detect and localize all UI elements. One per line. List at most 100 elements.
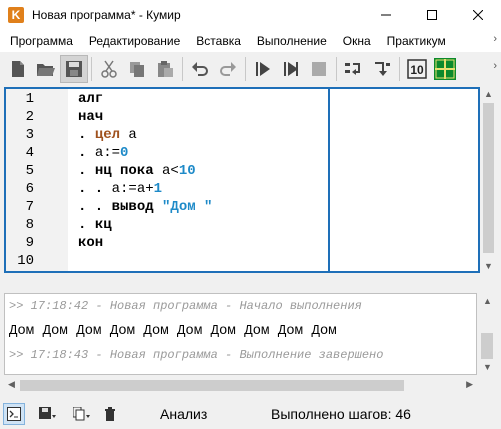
scroll-up-icon[interactable]: ▲ <box>484 89 493 99</box>
run-icon <box>256 62 270 76</box>
output-console[interactable]: >> 17:18:42 - Новая программа - Начало в… <box>4 293 477 375</box>
code-token: а:= <box>94 145 121 161</box>
menu-windows[interactable]: Окна <box>335 34 379 48</box>
undo-button[interactable] <box>186 55 214 83</box>
scroll-right-icon[interactable]: ▶ <box>466 379 473 390</box>
step-over-button[interactable] <box>340 55 368 83</box>
code-line[interactable]: . а:=0 <box>78 145 128 161</box>
editor-scroll-thumb[interactable] <box>483 103 494 253</box>
code-token: кон <box>78 235 104 251</box>
save-button[interactable] <box>60 55 88 83</box>
scroll-down-icon[interactable]: ▼ <box>484 261 493 271</box>
code-token: . <box>78 145 95 161</box>
minimize-icon <box>381 14 391 16</box>
terminal-icon <box>7 406 21 421</box>
code-token: . <box>78 127 95 143</box>
window-title: Новая программа* - Кумир <box>32 8 181 22</box>
code-token: 1 <box>153 181 163 197</box>
editor-margin-panel[interactable] <box>330 87 480 273</box>
code-token: кц <box>94 217 112 233</box>
line-number: 1 <box>25 91 34 107</box>
toolbar: 10 › <box>0 52 501 86</box>
minimize-button[interactable] <box>363 0 409 30</box>
copy-dropdown-icon <box>73 406 90 420</box>
cut-button[interactable] <box>95 55 123 83</box>
editor-vertical-scrollbar[interactable]: ▲ ▼ <box>480 87 497 273</box>
console-hscroll-thumb[interactable] <box>20 380 404 391</box>
copy-button[interactable] <box>123 55 151 83</box>
new-file-button[interactable] <box>4 55 32 83</box>
menu-insert[interactable]: Вставка <box>188 34 249 48</box>
code-line[interactable]: . . вывод "Дом " <box>78 199 212 215</box>
line-number: 8 <box>25 217 34 233</box>
step-over-icon <box>345 63 360 75</box>
toolbar-overflow-icon[interactable]: › <box>493 60 497 72</box>
line-number: 6 <box>25 181 34 197</box>
code-token: а <box>120 127 137 143</box>
menu-bar: Программа Редактирование Вставка Выполне… <box>0 30 501 52</box>
code-line[interactable]: нач <box>78 109 103 125</box>
save-output-button[interactable] <box>37 403 59 425</box>
code-token: 10 <box>178 163 196 179</box>
menu-edit[interactable]: Редактирование <box>81 34 188 48</box>
menu-program[interactable]: Программа <box>0 34 81 48</box>
console-start-message: >> 17:18:42 - Новая программа - Начало в… <box>9 299 362 313</box>
step-run-button[interactable] <box>277 55 305 83</box>
save-icon <box>66 61 82 77</box>
close-button[interactable] <box>455 0 501 30</box>
close-icon <box>473 10 483 20</box>
console-scroll-down-icon[interactable]: ▼ <box>483 362 492 372</box>
kumir-app-icon: K <box>8 7 24 23</box>
new-file-icon <box>12 61 24 77</box>
console-scroll-thumb[interactable] <box>481 333 493 359</box>
code-token: "Дом " <box>162 199 213 215</box>
step-into-icon <box>375 62 390 76</box>
stop-icon <box>312 62 326 76</box>
line-number: 3 <box>25 127 34 143</box>
step-into-button[interactable] <box>368 55 396 83</box>
robot-field-button[interactable] <box>431 55 459 83</box>
code-token: . . <box>78 199 112 215</box>
code-line[interactable]: алг <box>78 91 103 107</box>
code-line[interactable]: . нц пока а<10 <box>78 163 196 179</box>
console-toggle-button[interactable] <box>3 402 25 425</box>
code-line[interactable]: . кц <box>78 217 112 233</box>
cut-icon <box>101 60 117 78</box>
maximize-button[interactable] <box>409 0 455 30</box>
copy-output-button[interactable] <box>71 403 93 425</box>
code-token: нач <box>78 109 104 125</box>
console-scroll-up-icon[interactable]: ▲ <box>483 296 492 306</box>
stop-button[interactable] <box>305 55 333 83</box>
trash-icon <box>105 406 115 421</box>
menu-run[interactable]: Выполнение <box>249 34 335 48</box>
counter-button[interactable]: 10 <box>403 55 431 83</box>
scroll-left-icon[interactable]: ◀ <box>8 379 15 390</box>
line-number: 2 <box>25 109 34 125</box>
step-run-icon <box>284 62 298 76</box>
paste-button[interactable] <box>151 55 179 83</box>
code-token: а< <box>153 163 179 179</box>
status-steps: Выполнено шагов: 46 <box>271 405 411 422</box>
clear-output-button[interactable] <box>99 403 121 425</box>
code-line[interactable]: . . а:=а+1 <box>78 181 162 197</box>
code-token: а:=а+ <box>111 181 154 197</box>
panel-splitter[interactable] <box>0 275 501 291</box>
code-token: 0 <box>120 145 129 161</box>
open-folder-icon <box>37 64 55 76</box>
robot-counter-icon: 10 <box>407 59 427 79</box>
code-line[interactable]: кон <box>78 235 103 251</box>
console-output-line: Дом Дом Дом Дом Дом Дом Дом Дом Дом Дом <box>9 323 337 339</box>
svg-text:10: 10 <box>410 63 424 77</box>
console-vertical-scrollbar[interactable]: ▲ ▼ <box>477 293 497 375</box>
code-editor[interactable]: 1 2 3 4 5 6 7 8 9 10 алг нач. цел а. а:=0. нц пока… <box>4 87 330 273</box>
menu-overflow-icon[interactable]: › <box>493 33 497 45</box>
menu-practicum[interactable]: Практикум <box>379 34 454 48</box>
console-horizontal-scrollbar[interactable]: ◀ ▶ <box>4 376 477 394</box>
open-button[interactable] <box>32 55 60 83</box>
paste-icon <box>158 61 173 77</box>
run-button[interactable] <box>249 55 277 83</box>
code-line[interactable]: . цел а <box>78 127 137 143</box>
redo-button[interactable] <box>214 55 242 83</box>
status-bar: Анализ Выполнено шагов: 46 <box>0 398 501 429</box>
